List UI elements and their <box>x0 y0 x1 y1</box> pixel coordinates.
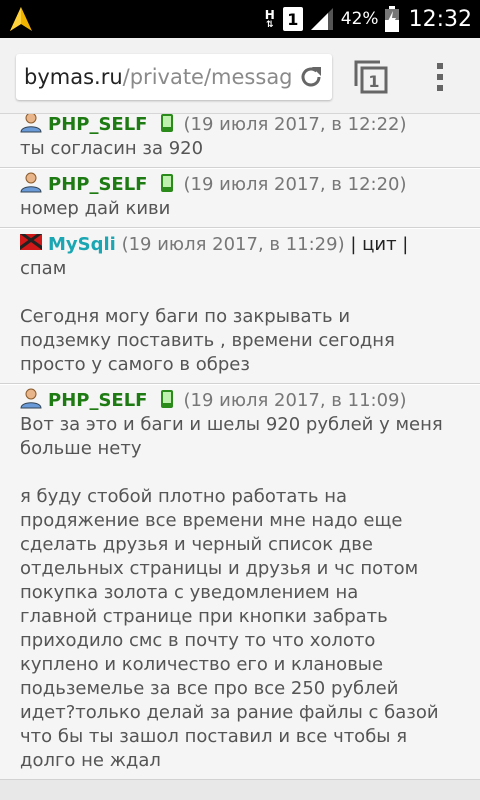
message-date: (19 июля 2017, в 11:29) <box>121 234 345 255</box>
network-type-icon: H ⇅ <box>264 7 275 30</box>
message-text: Вот за это и баги и шелы 920 рублей у ме… <box>20 414 443 771</box>
message-date: (19 июля 2017, в 12:22) <box>183 114 407 135</box>
url-text[interactable]: bymas.ru/private/messag <box>24 65 294 89</box>
message-author[interactable]: PHP_SELF <box>48 114 147 135</box>
overflow-menu-icon[interactable] <box>432 60 448 94</box>
browser-toolbar: bymas.ru/private/messag 1 <box>0 38 480 114</box>
user-avatar-icon <box>20 388 42 409</box>
flag-avatar-icon <box>20 234 42 250</box>
battery-percent: 42% <box>340 9 379 29</box>
message-text: номер дай киви <box>20 198 171 219</box>
mobile-phone-icon <box>161 114 174 132</box>
message-item: PHP_SELF (19 июля 2017, в 12:20) номер да… <box>0 168 480 228</box>
sim-slot-icon: 1 <box>282 7 303 31</box>
message-list: PHP_SELF (19 июля 2017, в 12:22) ты согла… <box>0 114 480 800</box>
battery-icon <box>384 6 399 32</box>
message-item: PHP_SELF (19 июля 2017, в 11:09) Вот за э… <box>0 384 480 780</box>
tab-count: 1 <box>368 72 379 91</box>
tabs-switcher-icon[interactable]: 1 <box>354 60 388 94</box>
message-date: (19 июля 2017, в 11:09) <box>183 390 407 411</box>
mobile-phone-icon <box>161 174 174 192</box>
message-header: PHP_SELF (19 июля 2017, в 11:09) <box>20 387 460 413</box>
message-text: спам Сегодня могу баги по закрывать и по… <box>20 258 395 375</box>
user-avatar-icon <box>20 172 42 193</box>
quote-action-link[interactable]: | цит | <box>350 234 408 255</box>
message-author[interactable]: PHP_SELF <box>48 390 147 411</box>
clock: 12:32 <box>408 6 472 32</box>
navigation-arrow-icon <box>10 7 32 31</box>
message-item: MySqli (19 июля 2017, в 11:29) | цит | с… <box>0 228 480 384</box>
user-avatar-icon <box>20 114 42 133</box>
message-author[interactable]: MySqli <box>48 234 116 255</box>
address-bar[interactable]: bymas.ru/private/messag <box>16 54 332 100</box>
reload-icon[interactable] <box>298 64 324 90</box>
status-bar: H ⇅ 1 42% 12:32 <box>0 0 480 38</box>
message-item: PHP_SELF (19 июля 2017, в 12:22) ты согла… <box>0 114 480 168</box>
message-author[interactable]: PHP_SELF <box>48 174 147 195</box>
message-header: PHP_SELF (19 июля 2017, в 12:20) <box>20 171 460 197</box>
message-header: MySqli (19 июля 2017, в 11:29) | цит | <box>20 231 460 257</box>
mobile-phone-icon <box>161 390 174 408</box>
message-header: PHP_SELF (19 июля 2017, в 12:22) <box>20 114 460 137</box>
message-date: (19 июля 2017, в 12:20) <box>183 174 407 195</box>
message-text: ты согласин за 920 <box>20 138 204 159</box>
signal-strength-icon <box>310 8 333 30</box>
